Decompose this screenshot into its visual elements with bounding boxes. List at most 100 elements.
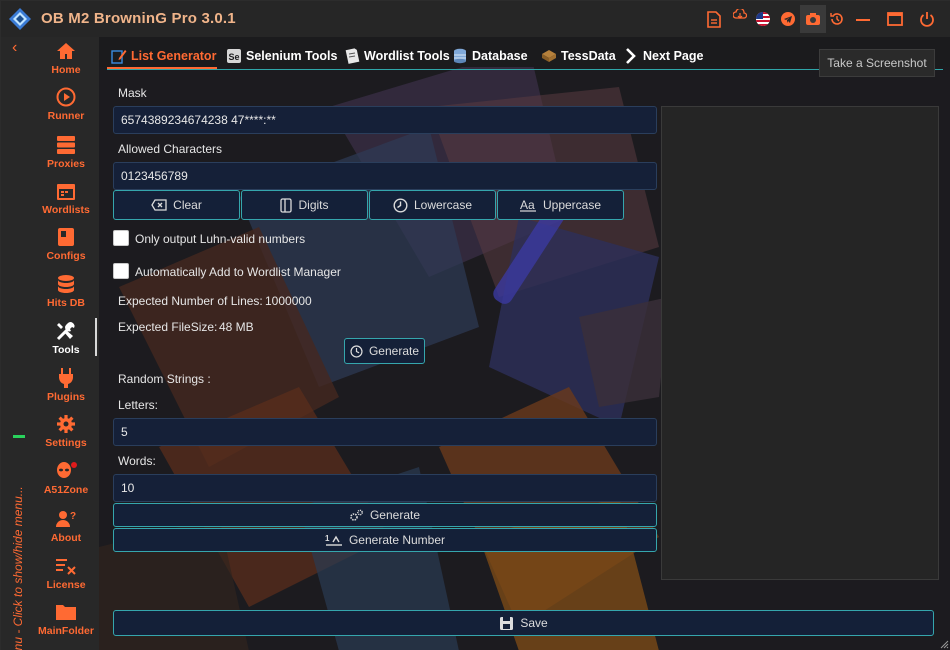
menu-toggle-hint[interactable]: Menu - Click to show/hide menu...	[11, 457, 25, 650]
sidebar-item-license[interactable]: License	[31, 555, 101, 599]
sidebar-item-label: Hits DB	[47, 297, 85, 309]
generate-number-button[interactable]: 1 Generate Number	[113, 528, 657, 552]
document-icon[interactable]	[704, 9, 724, 29]
save-button[interactable]: Save	[113, 610, 934, 636]
expected-lines-label: Expected Number of Lines:	[118, 294, 263, 308]
tab-tessdata[interactable]: TessData	[541, 46, 616, 66]
tab-next-page[interactable]: Next Page	[623, 46, 703, 66]
folder-icon	[55, 601, 77, 623]
tessdata-icon	[541, 48, 557, 64]
generate-button-label: Generate	[368, 344, 420, 358]
autoadd-label: Automatically Add to Wordlist Manager	[135, 265, 341, 279]
database-icon	[452, 48, 468, 64]
wordlist-icon	[344, 48, 360, 64]
mask-label: Mask	[118, 86, 147, 100]
app-window: OB M2 BrowninG Pro 3.0.1 ‹ Home Runner P…	[0, 0, 950, 650]
cloud-download-icon[interactable]	[730, 5, 750, 25]
svg-text:?: ?	[70, 511, 76, 522]
selenium-icon: Se	[226, 48, 242, 64]
uppercase-button[interactable]: Aa Uppercase	[497, 190, 624, 220]
license-icon	[55, 555, 77, 577]
generate-number-button-label: Generate Number	[348, 533, 446, 547]
words-input[interactable]	[113, 474, 657, 502]
save-icon	[499, 616, 514, 631]
clock-icon	[393, 197, 408, 213]
screenshot-tooltip: Take a Screenshot	[819, 49, 935, 77]
text-case-icon: Aa	[519, 198, 537, 212]
minimize-icon[interactable]	[853, 9, 873, 29]
expected-lines-value: 1000000	[265, 294, 312, 308]
clear-button-label: Clear	[173, 198, 202, 212]
sidebar-item-home[interactable]: Home	[31, 40, 101, 84]
tab-database[interactable]: Database	[452, 46, 528, 66]
database-icon	[55, 273, 77, 295]
sidebar-item-label: About	[50, 532, 82, 544]
expected-size-label: Expected FileSize:	[118, 320, 218, 334]
svg-text:1: 1	[325, 534, 330, 543]
tab-label: Selenium Tools	[246, 49, 338, 63]
lowercase-button[interactable]: Lowercase	[369, 190, 496, 220]
clear-button[interactable]: Clear	[113, 190, 240, 220]
allowed-characters-label: Allowed Characters	[118, 142, 223, 156]
sidebar-item-hits-db[interactable]: Hits DB	[31, 273, 101, 317]
luhn-checkbox[interactable]	[113, 230, 129, 246]
tab-label: List Generator	[131, 49, 217, 63]
tab-label: Wordlist Tools	[364, 49, 450, 63]
history-icon[interactable]	[827, 9, 847, 29]
autoadd-checkbox[interactable]	[113, 263, 129, 279]
generate-random-button-label: Generate	[369, 508, 421, 522]
gears-icon	[350, 509, 364, 521]
play-icon	[55, 86, 77, 108]
mask-input[interactable]	[113, 106, 657, 134]
tab-label: Next Page	[643, 49, 704, 63]
maximize-icon[interactable]	[885, 9, 905, 29]
sidebar-item-plugins[interactable]: Plugins	[31, 367, 101, 411]
luhn-label: Only output Luhn-valid numbers	[135, 232, 306, 246]
uppercase-button-label: Uppercase	[542, 198, 602, 212]
sort-numbers-icon: 1	[325, 533, 343, 547]
generate-button[interactable]: Generate	[344, 338, 425, 364]
tab-list-generator[interactable]: List Generator	[111, 46, 216, 66]
sidebar-item-proxies[interactable]: Proxies	[31, 134, 101, 178]
collapse-menu-icon[interactable]: ‹	[12, 39, 17, 57]
tab-wordlist-tools[interactable]: Wordlist Tools	[344, 46, 450, 66]
sidebar-item-tools[interactable]: Tools	[31, 320, 101, 364]
power-icon[interactable]	[917, 9, 937, 29]
telegram-icon[interactable]	[778, 9, 798, 29]
sidebar-item-label: License	[46, 579, 86, 591]
sidebar-item-configs[interactable]: Configs	[31, 226, 101, 270]
output-preview-panel[interactable]	[661, 106, 939, 580]
resize-grip-icon[interactable]	[939, 639, 949, 649]
sidebar-item-wordlists[interactable]: Wordlists	[31, 180, 101, 224]
app-title: OB M2 BrowninG Pro 3.0.1	[41, 10, 236, 27]
random-strings-label: Random Strings :	[118, 372, 211, 386]
svg-text:Se: Se	[229, 52, 240, 62]
chevron-right-icon	[623, 48, 639, 64]
sidebar-item-a51zone[interactable]: A51Zone	[31, 460, 101, 504]
tab-label: Database	[472, 49, 528, 63]
tab-selenium-tools[interactable]: Se Selenium Tools	[226, 46, 337, 66]
camera-icon[interactable]	[800, 5, 826, 33]
letters-input[interactable]	[113, 418, 657, 446]
sidebar-item-label: A51Zone	[43, 484, 89, 496]
sidebar-item-label: Runner	[47, 110, 85, 122]
words-label: Words:	[118, 454, 156, 468]
active-indicator	[95, 318, 97, 356]
digits-button-label: Digits	[298, 198, 329, 212]
sidebar-item-settings[interactable]: Settings	[31, 413, 101, 457]
sidebar-item-mainfolder[interactable]: MainFolder	[31, 601, 101, 645]
plug-icon	[55, 367, 77, 389]
clear-icon	[151, 199, 167, 211]
svg-text:Aa: Aa	[520, 198, 535, 212]
us-flag-icon[interactable]	[753, 9, 773, 29]
title-bar: OB M2 BrowninG Pro 3.0.1	[1, 1, 950, 37]
sidebar-item-label: Plugins	[47, 391, 85, 403]
digits-button[interactable]: Digits	[241, 190, 368, 220]
generate-random-button[interactable]: Generate	[113, 503, 657, 527]
allowed-characters-input[interactable]	[113, 162, 657, 190]
sidebar-item-about[interactable]: ? About	[31, 508, 101, 552]
letters-label: Letters:	[118, 398, 159, 412]
sidebar-item-runner[interactable]: Runner	[31, 86, 101, 130]
home-icon	[55, 40, 77, 62]
calendar-icon	[55, 180, 77, 202]
